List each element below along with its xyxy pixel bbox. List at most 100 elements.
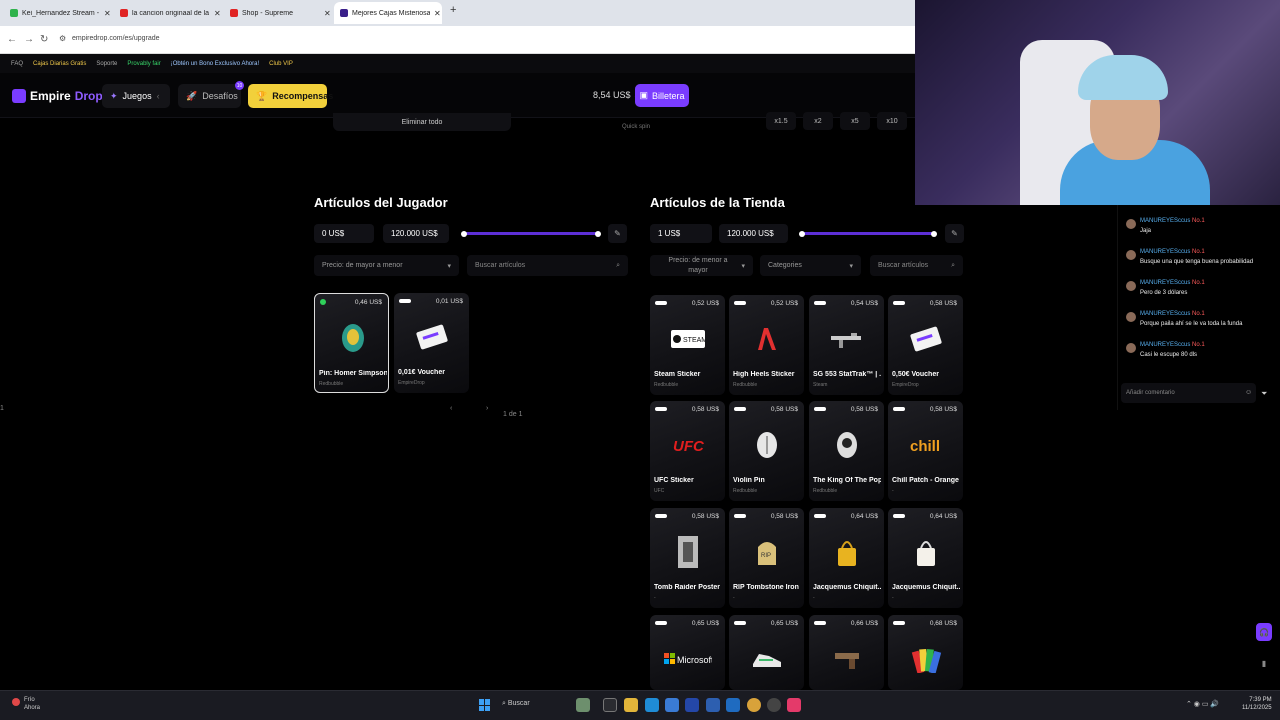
player-sort-select[interactable]: Precio: de mayor a menor ▾: [314, 255, 459, 276]
player-min-price[interactable]: 0 US$: [314, 224, 374, 243]
shop-item-card[interactable]: 0,68 US$: [888, 615, 963, 690]
shop-item-card[interactable]: 0,66 US$: [809, 615, 884, 690]
filter-icon[interactable]: ⏷: [1261, 389, 1267, 399]
avatar[interactable]: [1126, 281, 1136, 291]
forward-icon[interactable]: →: [24, 34, 34, 45]
avatar[interactable]: [1126, 312, 1136, 322]
close-icon[interactable]: ✕: [104, 9, 111, 18]
remove-all-button[interactable]: Eliminar todo: [333, 113, 511, 131]
edit-icon[interactable]: ✎: [608, 224, 627, 243]
taskbar-search[interactable]: ⌕ Buscar: [502, 700, 530, 708]
browser-tab-3[interactable]: Shop - Supreme ✕: [224, 2, 332, 24]
windows-start-icon[interactable]: [479, 699, 491, 711]
shop-item-card[interactable]: 0,64 US$ Jacquemus Chiquit... -: [809, 508, 884, 608]
slider-max-handle[interactable]: [595, 230, 601, 237]
close-icon[interactable]: ✕: [324, 9, 331, 18]
chrome-icon[interactable]: [747, 698, 761, 712]
shop-item-card[interactable]: 0,58 US$ The King Of The Pop ... Redbubble: [809, 401, 884, 501]
site-info-icon[interactable]: ⚙: [59, 34, 66, 43]
obs-icon[interactable]: [767, 698, 781, 712]
balance-dropdown[interactable]: 8,54 US$ ⌄: [593, 90, 641, 101]
weather-widget[interactable]: Frío Ahora: [12, 696, 40, 713]
player-max-price[interactable]: 120.000 US$: [383, 224, 449, 243]
multiplier-button[interactable]: x2: [803, 112, 833, 130]
back-icon[interactable]: ←: [7, 34, 17, 45]
edit-icon[interactable]: ✎: [945, 224, 964, 243]
multiplier-button[interactable]: x5: [840, 112, 870, 130]
games-menu-button[interactable]: ✦ Juegos ‹: [102, 84, 170, 108]
new-tab-icon[interactable]: +: [450, 4, 456, 16]
chat-username[interactable]: MANUREYESccus: [1140, 342, 1190, 348]
reload-icon[interactable]: ↻: [40, 34, 48, 45]
support-headset-icon[interactable]: 🎧: [1256, 623, 1272, 641]
chat-username[interactable]: MANUREYESccus: [1140, 311, 1190, 317]
multiplier-button[interactable]: x10: [877, 112, 907, 130]
shop-item-card[interactable]: 0,52 US$ High Heels Sticker Redbubble: [729, 295, 804, 395]
comment-input[interactable]: Añadir comentario: [1121, 383, 1256, 403]
bonus-link[interactable]: ¡Obtén un Bono Exclusivo Ahora!: [171, 61, 259, 67]
shop-item-card[interactable]: 0,52 US$ STEAM Steam Sticker Redbubble: [650, 295, 725, 395]
next-page-icon[interactable]: ›: [486, 405, 488, 412]
edge-icon[interactable]: [645, 698, 659, 712]
chat-username[interactable]: MANUREYESccus: [1140, 218, 1190, 224]
shop-max-price[interactable]: 120.000 US$: [719, 224, 788, 243]
support-link[interactable]: Soporte: [96, 61, 117, 67]
shop-item-card[interactable]: 0,58 US$ UFC UFC Sticker UFC: [650, 401, 725, 501]
file-explorer-icon[interactable]: [624, 698, 638, 712]
system-tray-icons[interactable]: ⌃ ◉ ▭ 🔊: [1186, 700, 1219, 708]
empiredrop-logo[interactable]: Empire Drop: [12, 89, 103, 103]
close-icon[interactable]: ✕: [434, 9, 441, 18]
shop-item-card[interactable]: 0,58 US$ Tomb Raider Poster -: [650, 508, 725, 608]
chat-toggle-icon[interactable]: ▮: [1256, 654, 1272, 672]
app-l-icon[interactable]: [685, 698, 699, 712]
store-icon[interactable]: [665, 698, 679, 712]
browser-tab-4[interactable]: Mejores Cajas Misteriosas | Emp ✕: [334, 2, 442, 24]
shop-item-card[interactable]: 0,65 US$ Microsoft: [650, 615, 725, 690]
shop-item-card[interactable]: 0,54 US$ SG 553 StatTrak™ | ... Steam: [809, 295, 884, 395]
chat-username[interactable]: MANUREYESccus: [1140, 249, 1190, 255]
shop-min-price[interactable]: 1 US$: [650, 224, 712, 243]
multiplier-button[interactable]: x1.5: [766, 112, 796, 130]
quick-spin-toggle[interactable]: Quick spin: [622, 124, 650, 130]
shop-item-card[interactable]: 0,65 US$: [729, 615, 804, 690]
avatar[interactable]: [1126, 250, 1136, 260]
shop-sort-select[interactable]: Precio: de menor a mayor ▾: [650, 255, 753, 276]
player-price-slider[interactable]: [461, 230, 601, 237]
taskbar-clock[interactable]: 7:39 PM 11/12/2025: [1242, 696, 1272, 713]
chat-username[interactable]: MANUREYESccus: [1140, 280, 1190, 286]
app-vscode-icon[interactable]: [726, 698, 740, 712]
shop-item-card[interactable]: 0,58 US$ 0,50€ Voucher EmpireDrop: [888, 295, 963, 395]
slider-min-handle[interactable]: [799, 230, 805, 237]
shop-search-input[interactable]: Buscar artículos ⌕: [870, 255, 963, 276]
slider-max-handle[interactable]: [931, 230, 937, 237]
shop-item-card[interactable]: 0,58 US$ Violin Pin Redbubble: [729, 401, 804, 501]
shop-item-card[interactable]: 0,58 US$ chill Chill Patch - Orange -: [888, 401, 963, 501]
prev-page-icon[interactable]: ‹: [450, 405, 452, 412]
emoji-icon[interactable]: ☺: [1245, 389, 1252, 396]
close-icon[interactable]: ✕: [214, 9, 221, 18]
player-item-card[interactable]: 0,46 US$ Pin: Homer Simpson ... Redbubbl…: [314, 293, 389, 393]
challenges-button[interactable]: 🚀 Desafíos: [178, 84, 241, 108]
shop-price-slider[interactable]: [799, 230, 937, 237]
browser-tab-2[interactable]: la cancion originaal de la par ✕: [114, 2, 222, 24]
widgets-icon[interactable]: [576, 698, 590, 712]
rewards-button[interactable]: 🏆 Recompensas: [248, 84, 333, 108]
app-calculator-icon[interactable]: [706, 698, 720, 712]
slider-min-handle[interactable]: [461, 230, 467, 237]
page-button[interactable]: 1: [0, 405, 4, 412]
url-field[interactable]: empiredrop.com/es/upgrade: [72, 35, 160, 42]
player-search-input[interactable]: Buscar artículos ⌕: [467, 255, 628, 276]
browser-tab-1[interactable]: Kei_Hernandez Stream - Watch ✕: [4, 2, 112, 24]
shop-item-card[interactable]: 0,58 US$ RIP RIP Tombstone Iron ... -: [729, 508, 804, 608]
player-item-card[interactable]: 0,01 US$ 0,01€ Voucher EmpireDrop: [394, 293, 469, 393]
wallet-button[interactable]: ▣ Billetera: [635, 84, 689, 107]
faq-link[interactable]: FAQ: [11, 61, 23, 67]
categories-select[interactable]: Categories ▾: [760, 255, 861, 276]
provably-fair-link[interactable]: Provably fair: [127, 61, 160, 67]
daily-cases-link[interactable]: Cajas Diarias Gratis: [33, 61, 86, 67]
vip-club-link[interactable]: Club VIP: [269, 61, 293, 67]
tiktok-icon[interactable]: [787, 698, 801, 712]
task-view-icon[interactable]: [603, 698, 617, 712]
shop-item-card[interactable]: 0,64 US$ Jacquemus Chiquit... -: [888, 508, 963, 608]
avatar[interactable]: [1126, 219, 1136, 229]
